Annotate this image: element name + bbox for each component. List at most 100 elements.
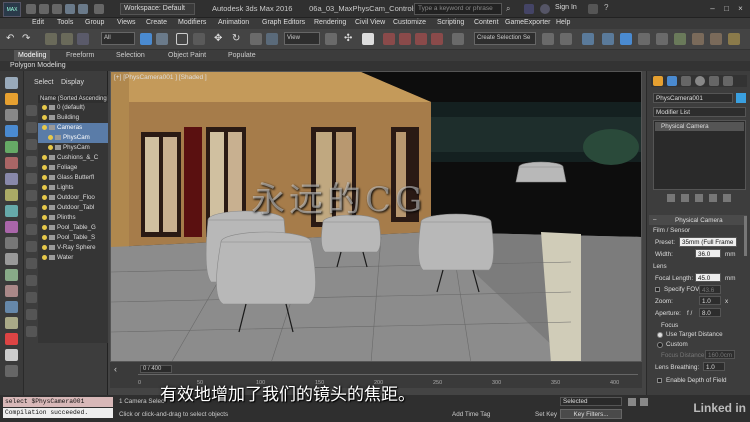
go-to-start-icon[interactable] [628,398,636,406]
visibility-bulb-icon[interactable] [42,174,47,180]
left-tool-icon[interactable] [5,109,18,121]
frame-indicator[interactable]: 0 / 400 [140,365,172,373]
left-tool-icon[interactable] [5,253,18,265]
left-tool-icon[interactable] [5,125,18,137]
lens-breathing-field[interactable]: 1.0 [703,362,725,371]
visibility-bulb-icon[interactable] [48,144,53,150]
visibility-bulb-icon[interactable] [48,134,53,140]
menu-content[interactable]: Content [474,19,499,26]
spinner-snap-icon[interactable] [431,33,443,45]
visibility-bulb-icon[interactable] [42,214,47,220]
left-tool-icon[interactable] [5,221,18,233]
minimize-button[interactable]: – [706,3,719,14]
pivot-center-icon[interactable] [325,33,337,45]
left-tool-icon[interactable] [5,157,18,169]
scene-list-item[interactable]: Glass Butterfl [38,173,108,183]
subscription-icon[interactable] [524,4,534,14]
maxscript-listener-input[interactable]: select $PhysCamera001 [3,397,113,407]
menu-edit[interactable]: Edit [32,19,44,26]
select-object-icon[interactable] [140,33,152,45]
exchange-icon[interactable] [588,4,598,14]
prev-frame-icon[interactable]: ‹ [114,364,126,374]
menu-help[interactable]: Help [556,19,570,26]
scene-list-item[interactable]: Pool_Table_G [38,223,108,233]
tab-modeling[interactable]: Modeling [14,50,51,61]
keyboard-shortcut-override-icon[interactable] [362,33,374,45]
tab-freeform[interactable]: Freeform [66,52,94,59]
tab-selection[interactable]: Selection [116,52,145,59]
scene-list-item[interactable]: Foliage [38,163,108,173]
sign-in-link[interactable]: Sign In [555,4,577,11]
render-setup-icon[interactable] [692,33,704,45]
configure-sets-icon[interactable] [723,194,731,202]
key-mode-dropdown[interactable]: Selected [560,397,622,406]
left-tool-icon[interactable] [5,173,18,185]
modify-tab-icon[interactable] [667,76,677,86]
scene-filter-icon[interactable] [26,309,37,320]
material-editor-icon[interactable] [674,33,686,45]
percent-snap-icon[interactable] [415,33,427,45]
undo-icon[interactable]: ↶ [6,33,18,45]
show-end-result-icon[interactable] [681,194,689,202]
menu-tools[interactable]: Tools [57,19,73,26]
modifier-list-dropdown[interactable]: Modifier List [653,107,746,117]
bind-space-warp-icon[interactable] [77,33,89,45]
left-tool-icon[interactable] [5,269,18,281]
scale-icon[interactable] [250,33,262,45]
aperture-field[interactable]: 8.0 [699,308,721,317]
tab-object-paint[interactable]: Object Paint [168,52,206,59]
scene-list-item[interactable]: PhysCam [38,133,108,143]
column-header[interactable]: Name (Sorted Ascending [38,95,108,103]
motion-tab-icon[interactable] [695,76,705,86]
scene-filter-icon[interactable] [26,139,37,150]
left-tool-icon[interactable] [5,285,18,297]
track-bar[interactable] [138,374,638,375]
focus-distance-field[interactable]: 160.0cm [705,350,735,359]
window-crossing-icon[interactable] [193,33,205,45]
scene-list-item[interactable]: V-Ray Sphere [38,243,108,253]
rollout-header[interactable]: – Physical Camera [649,215,747,225]
place-icon[interactable] [266,33,278,45]
project-folder-icon[interactable] [94,4,104,14]
enable-dof-checkbox[interactable] [657,378,662,383]
left-tool-icon[interactable] [5,93,18,105]
scene-filter-icon[interactable] [26,241,37,252]
menu-group[interactable]: Group [85,19,104,26]
align-icon[interactable] [560,33,572,45]
search-input[interactable]: Type a keyword or phrase [414,3,502,15]
scene-filter-icon[interactable] [26,275,37,286]
scene-list-item[interactable]: Outdoor_Tabl [38,203,108,213]
panel-scrollbar[interactable] [744,216,747,256]
scene-list-item[interactable]: Cushions_&_C [38,153,108,163]
scene-list-item[interactable]: 0 (default) [38,103,108,113]
mirror-icon[interactable] [542,33,554,45]
close-button[interactable]: × [734,3,747,14]
workspace-dropdown[interactable]: Workspace: Default [120,3,195,15]
scene-list-item[interactable]: PhysCam [38,143,108,153]
menu-views[interactable]: Views [117,19,136,26]
scene-list-item[interactable]: Cameras [38,123,108,133]
scene-list-item[interactable]: Building [38,113,108,123]
redo-icon[interactable] [78,4,88,14]
maxscript-listener-output[interactable]: Compilation succeeded. [3,408,113,418]
menu-gameexporter[interactable]: GameExporter [505,19,551,26]
new-file-icon[interactable] [26,4,36,14]
left-tool-icon[interactable] [5,141,18,153]
visibility-bulb-icon[interactable] [42,154,47,160]
scene-filter-icon[interactable] [26,292,37,303]
object-color-swatch[interactable] [736,93,746,103]
scene-filter-icon[interactable] [26,173,37,184]
display-tab-icon[interactable] [709,76,719,86]
edit-named-selection-icon[interactable] [452,33,464,45]
scene-list-item[interactable]: Outdoor_Floo [38,193,108,203]
visibility-bulb-icon[interactable] [42,244,47,250]
scene-filter-icon[interactable] [26,105,37,116]
utilities-tab-icon[interactable] [723,76,733,86]
layer-explorer-icon[interactable] [582,33,594,45]
create-tab-icon[interactable] [653,76,663,86]
select-by-name-icon[interactable] [156,33,168,45]
left-tool-icon[interactable] [5,365,18,377]
app-logo[interactable]: MAX [3,2,21,17]
maximize-button[interactable]: □ [720,3,733,14]
use-target-radio[interactable] [657,332,663,338]
